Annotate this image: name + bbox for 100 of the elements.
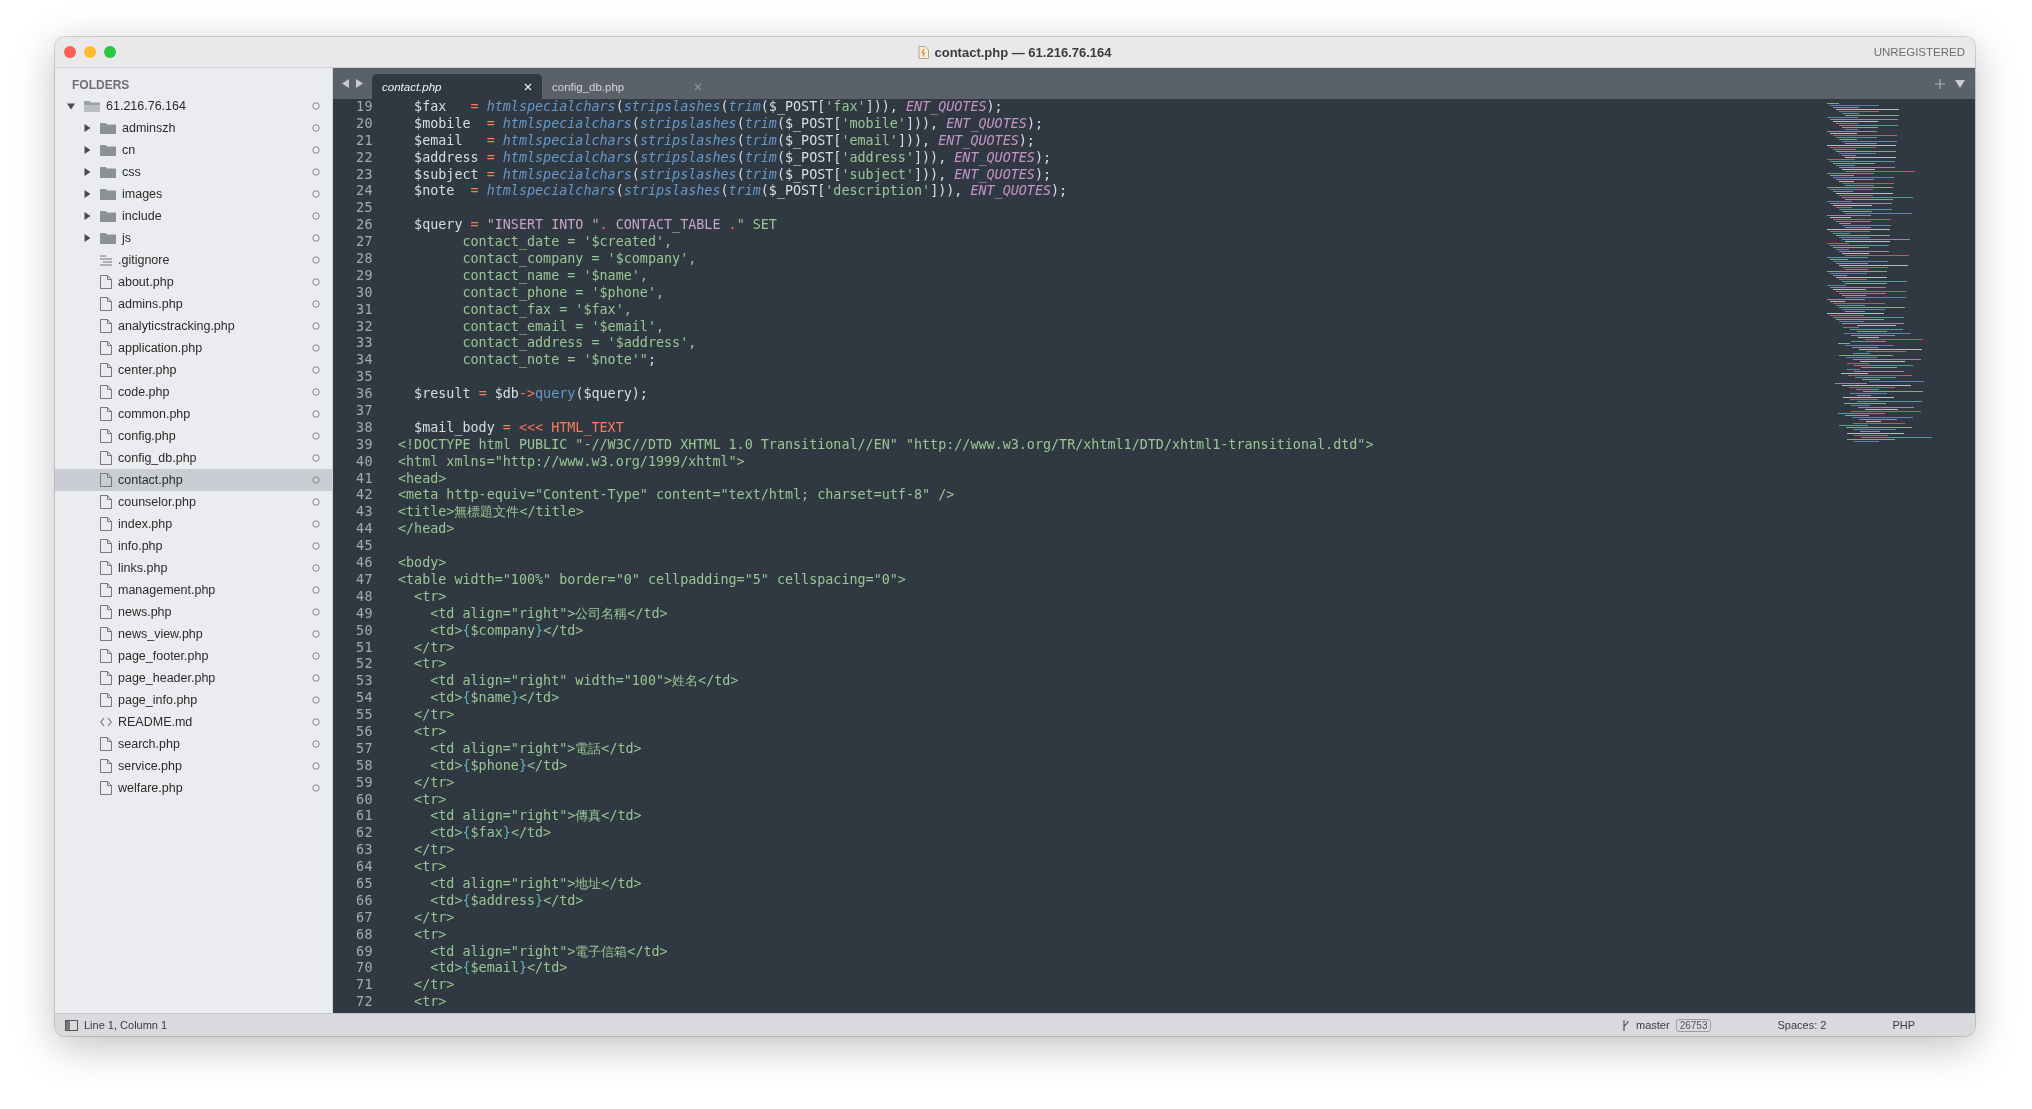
open-folder-icon bbox=[84, 99, 100, 113]
line-number: 28 bbox=[354, 251, 373, 268]
sidebar-item[interactable]: js bbox=[55, 227, 332, 249]
dropdown-caret-icon[interactable] bbox=[1955, 79, 1965, 88]
disclosure-triangle-icon[interactable] bbox=[83, 234, 91, 242]
sidebar-item[interactable]: config.php bbox=[55, 425, 332, 447]
disclosure-triangle-icon[interactable] bbox=[83, 190, 91, 198]
sidebar-item[interactable]: images bbox=[55, 183, 332, 205]
tree-item-label: welfare.php bbox=[118, 781, 184, 795]
line-number: 52 bbox=[354, 656, 373, 674]
tree-item-label: page_footer.php bbox=[118, 649, 210, 663]
file-tab[interactable]: config_db.php bbox=[542, 74, 712, 99]
code-line: <td>{$address}</td> bbox=[429, 892, 584, 910]
circle-icon bbox=[312, 344, 320, 352]
file-icon bbox=[100, 297, 112, 311]
sidebar-item[interactable]: center.php bbox=[55, 359, 332, 381]
circle-icon bbox=[312, 520, 320, 528]
indentation-setting[interactable]: Spaces: 2 bbox=[1777, 1019, 1827, 1031]
file-icon bbox=[100, 473, 112, 487]
code-line: $query = "INSERT INTO ". CONTACT_TABLE ." SET bbox=[413, 217, 777, 235]
sidebar-item[interactable]: management.php bbox=[55, 579, 332, 601]
line-number: 36 bbox=[354, 386, 373, 404]
changes-count: 26753 bbox=[1675, 1018, 1712, 1032]
code-line: <tr> bbox=[413, 723, 447, 741]
sidebar-item[interactable]: service.php bbox=[55, 755, 332, 777]
code-line: </tr> bbox=[413, 977, 455, 995]
line-number: 26 bbox=[354, 217, 373, 235]
sidebar-item[interactable]: search.php bbox=[55, 733, 332, 755]
circle-icon bbox=[312, 432, 320, 440]
circle-icon bbox=[312, 212, 320, 220]
tree-item-label: images bbox=[122, 187, 164, 201]
code-line: $address = htmlspecialchars(stripslashes(trim($_POST['address'])), ENT_QUOTES); bbox=[413, 149, 1052, 167]
sidebar-item[interactable]: include bbox=[55, 205, 332, 227]
back-arrow-icon[interactable] bbox=[342, 79, 349, 88]
sidebar-item[interactable]: page_footer.php bbox=[55, 645, 332, 667]
file-icon bbox=[100, 385, 112, 399]
line-number: 46 bbox=[354, 555, 373, 572]
circle-icon bbox=[312, 124, 320, 132]
file-tab[interactable]: contact.php bbox=[372, 74, 542, 99]
sidebar-item[interactable]: css bbox=[55, 161, 332, 183]
disclosure-triangle-icon[interactable] bbox=[83, 146, 91, 154]
line-number: 40 bbox=[354, 453, 373, 471]
code-line: contact_phone = '$phone', bbox=[461, 284, 665, 302]
line-number: 45 bbox=[354, 538, 373, 556]
code-line: contact_email = '$email', bbox=[461, 318, 665, 336]
sidebar-item[interactable]: config_db.php bbox=[55, 447, 332, 469]
code-line: <table width="100%" border="0" cellpadding="5" cellspacing="0"> bbox=[398, 571, 906, 589]
tree-item-label: .gitignore bbox=[118, 253, 171, 267]
line-number: 61 bbox=[354, 808, 373, 826]
disclosure-triangle-icon[interactable] bbox=[83, 212, 91, 220]
line-number: 62 bbox=[354, 825, 373, 843]
sidebar-item[interactable]: news.php bbox=[55, 601, 332, 623]
sidebar-item[interactable]: adminszh bbox=[55, 117, 332, 139]
window-title: contact.php — 61.216.76.164 bbox=[934, 44, 1112, 60]
sidebar-item[interactable]: 61.216.76.164 bbox=[55, 95, 332, 117]
tree-item-label: adminszh bbox=[122, 121, 177, 135]
sidebar-item[interactable]: page_info.php bbox=[55, 689, 332, 711]
disclosure-triangle-icon[interactable] bbox=[67, 102, 75, 110]
sidebar-item[interactable]: contact.php bbox=[55, 469, 332, 491]
tree-item-label: css bbox=[122, 165, 142, 179]
code-line: $fax = htmlspecialchars(stripslashes(trim($_POST['fax'])), ENT_QUOTES); bbox=[413, 99, 1003, 116]
sidebar-item[interactable]: welfare.php bbox=[55, 777, 332, 799]
file-icon bbox=[100, 319, 112, 333]
sidebar-toggle-icon[interactable] bbox=[65, 1019, 78, 1031]
plus-icon[interactable] bbox=[1935, 78, 1945, 89]
circle-icon bbox=[312, 322, 320, 330]
forward-arrow-icon[interactable] bbox=[356, 79, 363, 88]
circle-icon bbox=[312, 542, 320, 550]
sidebar-item[interactable]: application.php bbox=[55, 337, 332, 359]
tree-item-label: news.php bbox=[118, 605, 173, 619]
code-line: <td align="right" width="100">姓名</td> bbox=[429, 673, 739, 691]
circle-icon bbox=[312, 586, 320, 594]
sidebar-item[interactable]: links.php bbox=[55, 557, 332, 579]
code-line: <td>{$fax}</td> bbox=[429, 825, 552, 843]
disclosure-triangle-icon[interactable] bbox=[83, 168, 91, 176]
sidebar-item[interactable]: admins.php bbox=[55, 293, 332, 315]
code-line: <td align="right">電話</td> bbox=[429, 740, 642, 758]
sidebar-item[interactable]: page_header.php bbox=[55, 667, 332, 689]
sidebar-item[interactable]: counselor.php bbox=[55, 491, 332, 513]
file-icon bbox=[100, 451, 112, 465]
sidebar-item[interactable]: README.md bbox=[55, 711, 332, 733]
sidebar-item[interactable]: news_view.php bbox=[55, 623, 332, 645]
line-number: 38 bbox=[354, 419, 373, 437]
disclosure-triangle-icon[interactable] bbox=[83, 124, 91, 132]
syntax-setting[interactable]: PHP bbox=[1892, 1019, 1915, 1031]
sidebar-item[interactable]: info.php bbox=[55, 535, 332, 557]
code-line: <body> bbox=[398, 555, 447, 572]
line-number: 43 bbox=[354, 504, 373, 522]
line-number: 54 bbox=[354, 690, 373, 708]
sidebar-item[interactable]: common.php bbox=[55, 403, 332, 425]
circle-icon bbox=[312, 234, 320, 242]
circle-icon bbox=[312, 102, 320, 110]
circle-icon bbox=[312, 388, 320, 396]
sidebar-item[interactable]: index.php bbox=[55, 513, 332, 535]
sidebar-item[interactable]: code.php bbox=[55, 381, 332, 403]
sidebar-item[interactable]: about.php bbox=[55, 271, 332, 293]
sidebar-item[interactable]: analyticstracking.php bbox=[55, 315, 332, 337]
folder-icon bbox=[100, 143, 116, 157]
sidebar-item[interactable]: cn bbox=[55, 139, 332, 161]
sidebar-item[interactable]: .gitignore bbox=[55, 249, 332, 271]
